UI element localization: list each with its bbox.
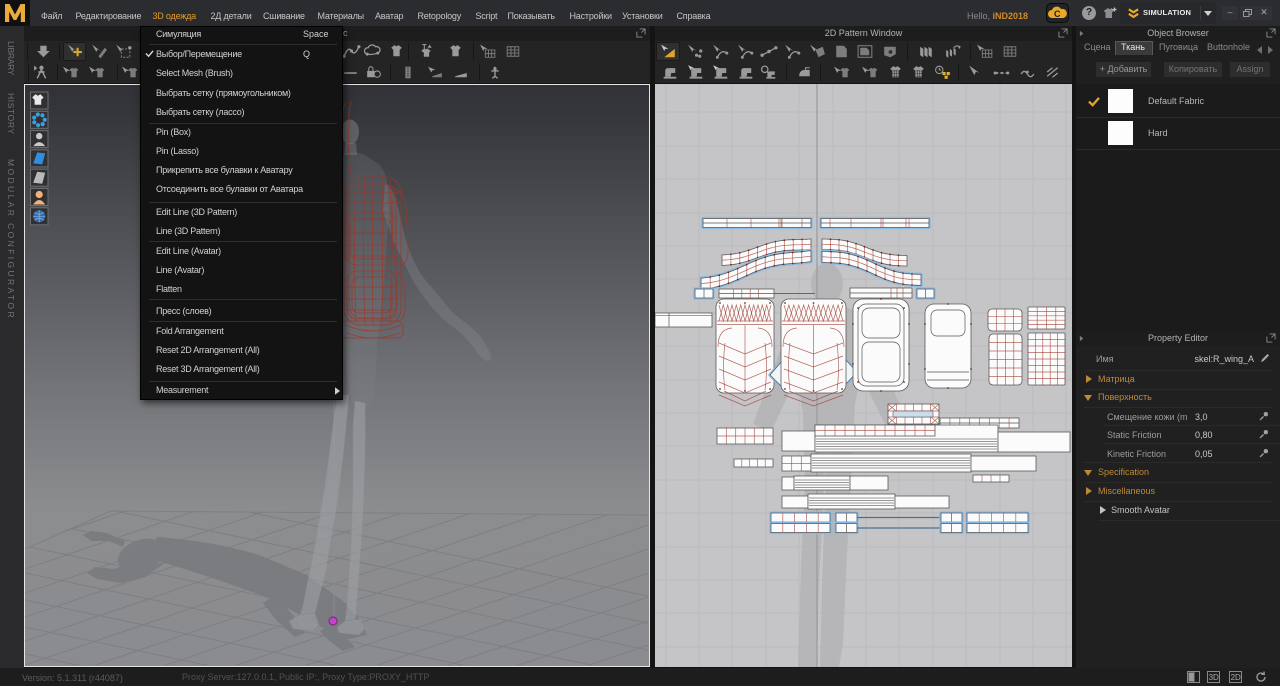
svg-text:C: C xyxy=(1054,9,1061,19)
svg-text:2D: 2D xyxy=(1231,673,1241,682)
svg-text:3D: 3D xyxy=(1209,673,1219,682)
